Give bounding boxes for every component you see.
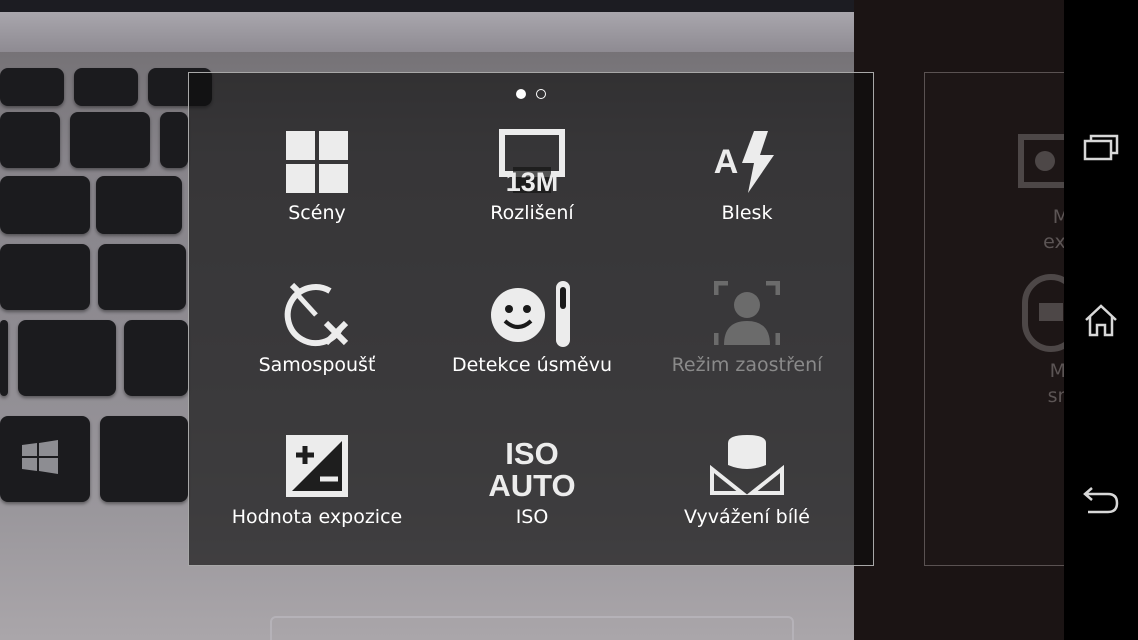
auto-icon-text: AUTO bbox=[488, 468, 575, 499]
keyboard-key bbox=[96, 176, 182, 234]
iso-setting[interactable]: ISO AUTO ISO bbox=[432, 431, 632, 530]
scenes-setting[interactable]: Scény bbox=[217, 127, 417, 226]
metering-icon bbox=[1018, 134, 1064, 188]
resolution-icon-text: 13M bbox=[506, 167, 559, 195]
iso-icon-text: ISO bbox=[505, 436, 558, 471]
white-balance-setting[interactable]: Vyvážení bílé bbox=[647, 431, 847, 530]
settings-panel-page-2[interactable]: Měření expozice Metoda snímání bbox=[924, 72, 1064, 566]
back-icon bbox=[1083, 487, 1119, 514]
page-indicator bbox=[189, 89, 873, 99]
white-balance-icon bbox=[710, 435, 784, 495]
capture-method-icon bbox=[1022, 274, 1064, 352]
focus-mode-label: Režim zaostření bbox=[671, 354, 823, 376]
scenes-grid-icon bbox=[286, 131, 348, 193]
keyboard-key bbox=[74, 68, 138, 106]
recent-apps-button[interactable] bbox=[1080, 126, 1122, 168]
exposure-value-setting[interactable]: Hodnota expozice bbox=[217, 431, 417, 530]
home-button[interactable] bbox=[1080, 299, 1122, 341]
keyboard-key bbox=[18, 320, 116, 396]
self-timer-setting[interactable]: Samospoušť bbox=[217, 279, 417, 378]
scenes-label: Scény bbox=[288, 202, 346, 224]
windows-logo-icon bbox=[22, 440, 58, 474]
capture-method-label: Metoda snímání bbox=[1047, 360, 1064, 407]
flash-label: Blesk bbox=[721, 202, 773, 224]
flash-setting[interactable]: A Blesk bbox=[647, 127, 847, 226]
keyboard-key bbox=[0, 112, 60, 168]
camera-settings-panel: Scény 13M Rozlišení A Blesk Samospoušť D… bbox=[188, 72, 874, 566]
iso-auto-icon: ISO AUTO bbox=[488, 436, 575, 499]
resolution-label: Rozlišení bbox=[490, 202, 574, 224]
smile-detection-label: Detekce úsměvu bbox=[451, 354, 613, 376]
home-icon bbox=[1085, 304, 1117, 337]
touchpad bbox=[270, 616, 794, 640]
exposure-value-icon bbox=[286, 435, 348, 497]
keyboard-key bbox=[0, 244, 90, 310]
keyboard-key bbox=[0, 176, 90, 234]
keyboard-key bbox=[0, 320, 8, 396]
resolution-13m-icon: 13M bbox=[499, 129, 565, 195]
exposure-value-label: Hodnota expozice bbox=[231, 506, 403, 528]
iso-label: ISO bbox=[515, 506, 549, 528]
keyboard-key bbox=[124, 320, 188, 396]
laptop-screen-edge bbox=[0, 0, 854, 12]
back-button[interactable] bbox=[1080, 478, 1122, 520]
metering-label: Měření expozice bbox=[1043, 206, 1064, 253]
laptop-hinge bbox=[0, 12, 854, 52]
white-balance-label: Vyvážení bílé bbox=[684, 506, 810, 528]
smile-detection-setting[interactable]: Detekce úsměvu bbox=[432, 279, 632, 378]
self-timer-label: Samospoušť bbox=[258, 354, 376, 376]
keyboard-key bbox=[98, 244, 186, 310]
flash-auto-letter: A bbox=[714, 143, 739, 181]
flash-auto-icon: A bbox=[714, 131, 774, 193]
self-timer-off-icon bbox=[284, 282, 349, 347]
keyboard-key bbox=[0, 68, 64, 106]
page-dot-inactive[interactable] bbox=[536, 89, 546, 99]
smile-detection-icon bbox=[491, 281, 570, 347]
keyboard-key bbox=[160, 112, 188, 168]
recent-apps-icon bbox=[1083, 134, 1119, 161]
keyboard-key bbox=[70, 112, 150, 168]
focus-mode-setting[interactable]: Režim zaostření bbox=[647, 279, 847, 378]
resolution-setting[interactable]: 13M Rozlišení bbox=[432, 127, 632, 226]
keyboard-key bbox=[100, 416, 188, 502]
focus-mode-icon bbox=[714, 281, 780, 345]
page-dot-active[interactable] bbox=[516, 89, 526, 99]
